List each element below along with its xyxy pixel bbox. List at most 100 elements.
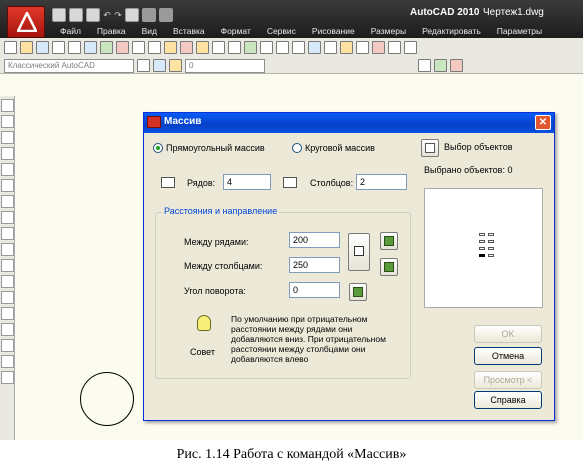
zoom-previous-icon[interactable] — [292, 41, 305, 54]
zoom-realtime-icon[interactable] — [260, 41, 273, 54]
cancel-button[interactable]: Отмена — [474, 347, 542, 365]
circle-icon[interactable] — [1, 195, 14, 208]
app-title: AutoCAD 2010 — [410, 7, 480, 18]
undo-icon[interactable]: ↶ — [103, 9, 111, 21]
help-icon[interactable] — [404, 41, 417, 54]
menu-file[interactable]: Файл — [52, 24, 89, 38]
preview-button[interactable]: Просмотр < — [474, 371, 542, 389]
table-icon[interactable] — [1, 371, 14, 384]
undo-icon[interactable] — [212, 41, 225, 54]
help-button[interactable]: Справка — [474, 391, 542, 409]
3d-dwf-icon[interactable] — [100, 41, 113, 54]
app-menu-button[interactable] — [7, 6, 45, 38]
line-icon[interactable] — [1, 99, 14, 112]
arc-icon[interactable] — [1, 179, 14, 192]
save-icon[interactable] — [36, 41, 49, 54]
drawn-circle[interactable] — [80, 372, 134, 426]
point-icon[interactable] — [1, 307, 14, 320]
tool-palettes-icon[interactable] — [340, 41, 353, 54]
qat-dropdown-icon[interactable] — [159, 8, 173, 22]
menu-modify[interactable]: Редактировать — [414, 24, 489, 38]
plot-icon[interactable] — [125, 8, 139, 22]
rectangle-icon[interactable] — [1, 163, 14, 176]
workspace-layers-toolbar: Классический AutoCAD 0 — [4, 57, 463, 74]
pan-icon[interactable] — [244, 41, 257, 54]
new-icon[interactable] — [4, 41, 17, 54]
workspace-icon[interactable] — [142, 8, 156, 22]
preview-cell — [488, 240, 494, 243]
polar-array-radio[interactable]: Круговой массив — [292, 143, 375, 153]
publish-icon[interactable] — [84, 41, 97, 54]
columns-input[interactable]: 2 — [356, 174, 407, 190]
properties-icon[interactable] — [308, 41, 321, 54]
pick-row-offset-icon — [384, 236, 394, 246]
paste-icon[interactable] — [164, 41, 177, 54]
color-control-icon[interactable] — [450, 59, 463, 72]
plot-preview-icon[interactable] — [68, 41, 81, 54]
plot-icon[interactable] — [52, 41, 65, 54]
workspace-settings-icon[interactable] — [137, 59, 150, 72]
layer-properties-icon[interactable] — [153, 59, 166, 72]
copy-icon[interactable] — [148, 41, 161, 54]
cut-icon[interactable] — [132, 41, 145, 54]
row-offset-input[interactable]: 200 — [289, 232, 340, 248]
design-center-icon[interactable] — [324, 41, 337, 54]
gradient-icon[interactable] — [1, 339, 14, 352]
layer-previous-icon[interactable] — [434, 59, 447, 72]
rectangular-array-radio[interactable]: Прямоугольный массив — [153, 143, 265, 153]
open-icon[interactable] — [20, 41, 33, 54]
pick-angle-button[interactable] — [349, 283, 367, 301]
pick-both-offsets-button[interactable] — [348, 233, 370, 271]
pick-column-offset-button[interactable] — [380, 258, 398, 276]
open-icon[interactable] — [69, 8, 83, 22]
dialog-title-bar[interactable]: Массив ✕ — [144, 113, 554, 133]
rectangular-array-label: Прямоугольный массив — [166, 143, 265, 153]
new-icon[interactable] — [52, 8, 66, 22]
pick-row-offset-button[interactable] — [380, 232, 398, 250]
make-block-icon[interactable] — [1, 291, 14, 304]
menu-dimension[interactable]: Размеры — [363, 24, 414, 38]
select-objects-button[interactable] — [421, 139, 439, 157]
menu-parameters[interactable]: Параметры — [489, 24, 550, 38]
sheet-set-manager-icon[interactable] — [356, 41, 369, 54]
ok-button[interactable]: OK — [474, 325, 542, 343]
revision-cloud-icon[interactable] — [1, 211, 14, 224]
rows-input[interactable]: 4 — [223, 174, 271, 190]
column-offset-input[interactable]: 250 — [289, 257, 340, 273]
close-button[interactable]: ✕ — [535, 115, 551, 130]
redo-icon[interactable]: ↷ — [114, 9, 122, 21]
ellipse-icon[interactable] — [1, 243, 14, 256]
quickcalc-icon[interactable] — [388, 41, 401, 54]
redo-icon[interactable] — [228, 41, 241, 54]
radio-selected-icon — [153, 143, 163, 153]
figure-caption: Рис. 1.14 Работа с командой «Массив» — [176, 447, 407, 462]
menu-tools[interactable]: Сервис — [259, 24, 304, 38]
construction-line-icon[interactable] — [1, 115, 14, 128]
polyline-icon[interactable] — [1, 131, 14, 144]
workspace-combo[interactable]: Классический AutoCAD — [4, 58, 134, 73]
ellipse-arc-icon[interactable] — [1, 259, 14, 272]
menu-format[interactable]: Формат — [213, 24, 259, 38]
match-properties-icon[interactable] — [180, 41, 193, 54]
pick-both-offsets-icon — [354, 246, 364, 256]
draw-toolbar — [0, 96, 15, 440]
markup-icon[interactable] — [372, 41, 385, 54]
menu-draw[interactable]: Рисование — [304, 24, 363, 38]
make-current-icon[interactable] — [418, 59, 431, 72]
polygon-icon[interactable] — [1, 147, 14, 160]
layer-state-icon[interactable] — [169, 59, 182, 72]
menu-view[interactable]: Вид — [134, 24, 165, 38]
zoom-window-icon[interactable] — [276, 41, 289, 54]
layer-combo[interactable]: 0 — [185, 58, 265, 73]
save-icon[interactable] — [86, 8, 100, 22]
hatch-icon[interactable] — [1, 323, 14, 336]
menu-insert[interactable]: Вставка — [165, 24, 213, 38]
insert-block-icon[interactable] — [1, 275, 14, 288]
sheet-set-icon[interactable] — [116, 41, 129, 54]
quick-access-toolbar: ↶ ↷ — [52, 5, 173, 25]
region-icon[interactable] — [1, 355, 14, 368]
spline-icon[interactable] — [1, 227, 14, 240]
menu-edit[interactable]: Правка — [89, 24, 134, 38]
angle-input[interactable]: 0 — [289, 282, 340, 298]
block-editor-icon[interactable] — [196, 41, 209, 54]
